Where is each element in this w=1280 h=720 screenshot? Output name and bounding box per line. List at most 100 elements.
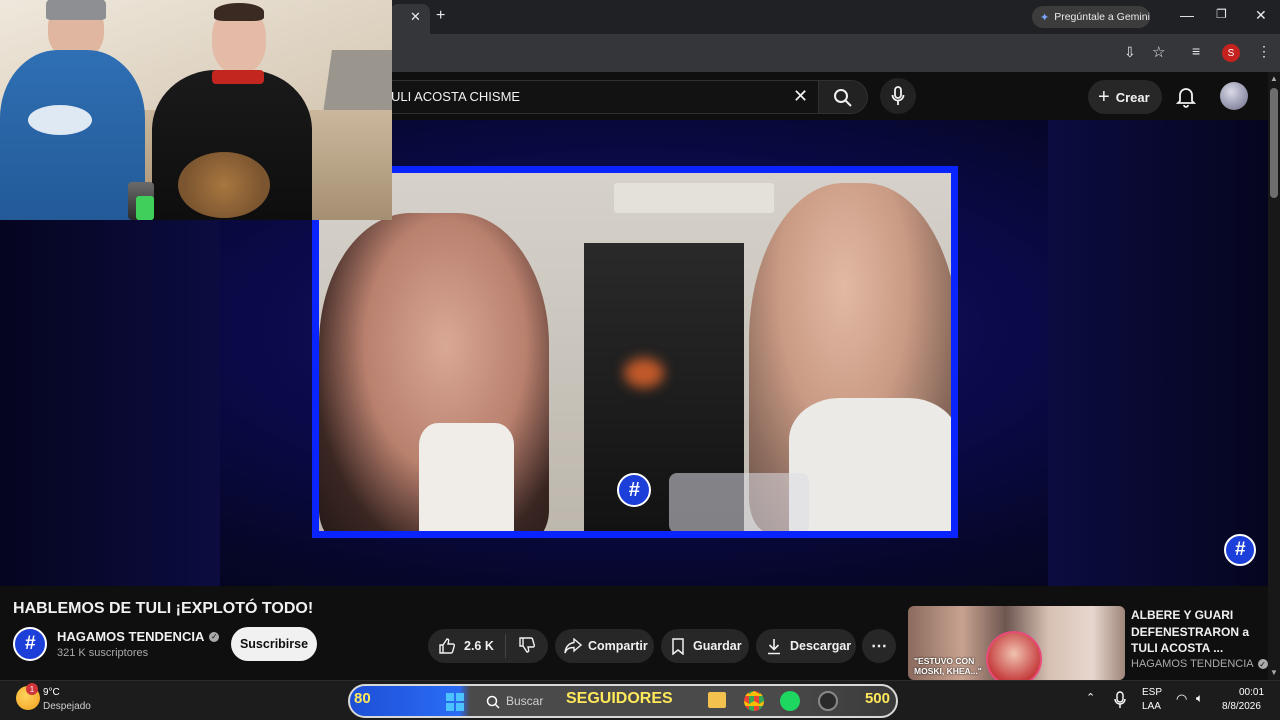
- follower-goal-count: 500: [864, 690, 890, 707]
- clock-time[interactable]: 00:01: [1239, 687, 1264, 698]
- install-app-icon[interactable]: ⇩: [1124, 44, 1136, 61]
- scroll-down-arrow-icon[interactable]: ▼: [1270, 668, 1278, 677]
- taskbar: 1 9°C Despejado 80 Buscar SEGUIDORES 500…: [0, 680, 1280, 720]
- minimize-icon[interactable]: —: [1180, 7, 1194, 23]
- recommended-verified-icon: ✓: [1257, 659, 1268, 669]
- profile-avatar[interactable]: S: [1222, 44, 1240, 62]
- thumbs-down-icon: [519, 636, 535, 653]
- clear-search-icon[interactable]: ✕: [793, 86, 808, 107]
- share-button[interactable]: Compartir: [555, 629, 654, 663]
- obs-icon[interactable]: [818, 691, 838, 711]
- scene-shirt-right: [789, 398, 951, 531]
- plus-icon: +: [1098, 86, 1110, 108]
- window-close-icon[interactable]: ✕: [1255, 7, 1267, 24]
- search-query-text: ULI ACOSTA CHISME: [391, 89, 521, 104]
- webcam-bottle: [136, 196, 154, 220]
- wifi-icon[interactable]: ◠: [1176, 691, 1187, 707]
- follower-current-count: 80: [354, 690, 371, 707]
- download-icon: [768, 638, 780, 654]
- video-inner-frame: #: [312, 166, 958, 538]
- search-icon: [834, 89, 852, 107]
- channel-watermark-icon[interactable]: #: [1224, 534, 1256, 566]
- follower-goal-label: SEGUIDORES: [566, 690, 673, 707]
- recommended-channel: HAGAMOS TENDENCIA: [1131, 658, 1254, 670]
- tray-microphone-icon[interactable]: [1114, 691, 1126, 709]
- webcam-cat: [178, 152, 270, 218]
- verified-check-icon: ✓: [209, 631, 220, 642]
- recommended-channel-row[interactable]: HAGAMOS TENDENCIA ✓: [1131, 658, 1268, 670]
- scene-light: [624, 358, 664, 388]
- create-label: Crear: [1115, 89, 1150, 105]
- account-avatar[interactable]: [1220, 82, 1248, 110]
- page-scrollbar[interactable]: ▲ ▼: [1268, 72, 1280, 680]
- thumbs-up-icon: [439, 638, 455, 654]
- create-button[interactable]: + Crear: [1088, 80, 1162, 114]
- webcam-jacket-collar: [212, 70, 264, 84]
- video-title: HABLEMOS DE TULI ¡EXPLOTÓ TODO!: [13, 600, 314, 617]
- thumbnail-face-center: [986, 631, 1042, 680]
- tab-close-icon[interactable]: ✕: [410, 9, 421, 25]
- channel-avatar[interactable]: #: [13, 627, 47, 661]
- browser-tab[interactable]: ✕: [390, 4, 430, 34]
- more-dots-icon: ⋯: [871, 638, 887, 655]
- subscribe-button[interactable]: Suscribirse: [231, 627, 317, 661]
- profile-letter: S: [1227, 47, 1235, 59]
- like-button[interactable]: 2.6 K: [428, 634, 506, 658]
- download-label: Descargar: [790, 639, 852, 653]
- share-label: Compartir: [588, 639, 648, 653]
- save-button[interactable]: Guardar: [661, 629, 749, 663]
- notifications-bell-icon[interactable]: [1176, 86, 1196, 108]
- voice-search-button[interactable]: [880, 78, 916, 114]
- subscribe-label: Suscribirse: [239, 637, 309, 651]
- save-label: Guardar: [693, 639, 742, 653]
- channel-name-row[interactable]: HAGAMOS TENDENCIA ✓: [57, 629, 220, 644]
- weather-description[interactable]: Despejado: [43, 701, 91, 712]
- taskbar-search-input[interactable]: Buscar: [506, 694, 543, 708]
- download-button[interactable]: Descargar: [756, 629, 856, 663]
- video-info-section: HABLEMOS DE TULI ¡EXPLOTÓ TODO! # HAGAMO…: [0, 586, 1268, 680]
- weather-temperature[interactable]: 9°C: [43, 687, 60, 698]
- search-button[interactable]: [818, 80, 868, 114]
- gemini-label: Pregúntale a Gemini: [1054, 11, 1150, 23]
- scroll-up-arrow-icon[interactable]: ▲: [1270, 74, 1278, 83]
- microphone-icon: [891, 86, 905, 105]
- webcam-person-right-hair: [214, 3, 264, 21]
- taskbar-search-icon[interactable]: [486, 695, 500, 709]
- new-tab-icon[interactable]: +: [436, 7, 445, 25]
- windows-start-icon[interactable]: [446, 693, 464, 711]
- like-dislike-group: 2.6 K: [428, 629, 548, 663]
- spotify-icon[interactable]: [780, 691, 800, 711]
- gemini-button[interactable]: ✦ Pregúntale a Gemini: [1032, 6, 1150, 28]
- scene-shirt-left: [419, 423, 514, 531]
- like-count: 2.6 K: [464, 639, 494, 653]
- bookmark-star-icon[interactable]: ☆: [1152, 43, 1165, 61]
- browser-menu-icon[interactable]: ⋮: [1257, 43, 1271, 60]
- recommended-title[interactable]: ALBERE Y GUARI DEFENESTRARON a TULI ACOS…: [1131, 607, 1261, 657]
- webcam-overlay: [0, 0, 392, 220]
- video-channel-logo-icon: #: [617, 473, 651, 507]
- tray-overflow-icon[interactable]: ⌃: [1086, 691, 1095, 704]
- language-indicator[interactable]: ESP: [1142, 687, 1162, 698]
- media-control-icon[interactable]: ≡: [1192, 43, 1200, 59]
- thumbnail-caption: "ESTUVO CON MOSKI, KHEA...": [914, 656, 982, 676]
- file-explorer-icon[interactable]: [708, 692, 726, 708]
- more-actions-button[interactable]: ⋯: [862, 629, 896, 663]
- video-side-panel-right: [1048, 120, 1268, 586]
- chrome-icon[interactable]: [744, 691, 764, 711]
- dislike-button[interactable]: [506, 636, 536, 657]
- share-arrow-icon: [564, 638, 582, 654]
- recommended-thumbnail[interactable]: "ESTUVO CON MOSKI, KHEA...": [908, 606, 1125, 680]
- scene-glass: [669, 473, 809, 531]
- keyboard-layout-indicator[interactable]: LAA: [1142, 701, 1161, 712]
- clock-date[interactable]: 8/8/2026: [1222, 701, 1261, 712]
- channel-name[interactable]: HAGAMOS TENDENCIA: [57, 629, 204, 644]
- search-input[interactable]: ULI ACOSTA CHISME ✕: [380, 80, 822, 114]
- webcam-person-left-hoodie: [0, 50, 145, 220]
- webcam-person-left-beanie: [46, 0, 106, 20]
- weather-badge: 1: [26, 683, 38, 695]
- restore-icon[interactable]: ❐: [1216, 7, 1227, 21]
- scrollbar-thumb[interactable]: [1270, 88, 1278, 198]
- volume-icon[interactable]: 🔈︎: [1196, 691, 1203, 706]
- follower-goal-overlay: 80 Buscar SEGUIDORES 500: [348, 684, 898, 718]
- subscriber-count: 321 K suscriptores: [57, 647, 149, 659]
